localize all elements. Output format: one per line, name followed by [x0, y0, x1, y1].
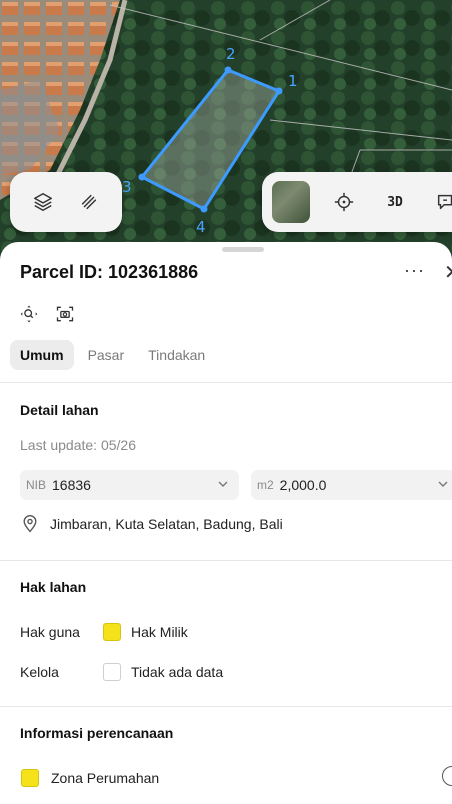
- 3d-toggle-button[interactable]: 3D: [379, 184, 412, 220]
- close-button[interactable]: ✕: [444, 260, 452, 285]
- vertex-label-2: 2: [226, 45, 236, 63]
- draw-icon: [81, 194, 97, 210]
- hak-section-heading: Hak lahan: [20, 579, 87, 595]
- vertex-label-1: 1: [288, 72, 298, 90]
- basemap-thumbnail[interactable]: [272, 181, 311, 223]
- last-update-text: Last update: 05/26: [20, 437, 136, 453]
- zona-value: Zona Perumahan: [51, 770, 160, 786]
- map-view[interactable]: 1 2 3 4 3D: [0, 0, 452, 260]
- chat-icon: [437, 194, 452, 210]
- map-tools-pill: [10, 172, 122, 232]
- area-prefix: m2: [257, 478, 274, 492]
- crosshair-icon: [335, 192, 354, 212]
- perencanaan-section-heading: Informasi perencanaan: [20, 725, 174, 741]
- kelola-swatch: [103, 663, 121, 681]
- tab-tindakan[interactable]: Tindakan: [138, 340, 215, 370]
- camera-icon: [56, 306, 74, 322]
- layers-icon: [34, 193, 52, 211]
- nib-field[interactable]: NIB 16836: [20, 470, 239, 500]
- parcel-tools: [18, 303, 76, 325]
- draw-button[interactable]: [71, 184, 107, 220]
- location-row: Jimbaran, Kuta Selatan, Badung, Bali: [20, 514, 283, 534]
- kelola-label: Kelola: [20, 664, 59, 680]
- divider: [0, 706, 452, 707]
- parcel-title: Parcel ID: 102361886: [20, 262, 199, 282]
- hak-guna-value: Hak Milik: [131, 624, 188, 640]
- area-value: 2,000.0: [279, 477, 327, 493]
- nib-prefix: NIB: [26, 478, 47, 492]
- tab-umum[interactable]: Umum: [10, 340, 74, 370]
- tab-bar: Umum Pasar Tindakan: [10, 340, 215, 370]
- layers-button[interactable]: [25, 184, 61, 220]
- chat-button[interactable]: [429, 184, 452, 220]
- tab-pasar[interactable]: Pasar: [78, 340, 135, 370]
- location-pin-icon: [23, 515, 37, 533]
- nib-value: 16836: [52, 477, 91, 493]
- more-options-button[interactable]: ···: [404, 260, 425, 281]
- area-field[interactable]: m2 2,000.0: [251, 470, 452, 500]
- screenshot-button[interactable]: [54, 303, 76, 325]
- zona-swatch: [21, 769, 39, 787]
- info-icon[interactable]: [442, 766, 452, 786]
- vertex-label-3: 3: [122, 178, 132, 196]
- hak-guna-label: Hak guna: [20, 624, 80, 640]
- vertex-label-4: 4: [196, 218, 206, 236]
- zoom-focus-icon: [20, 305, 38, 323]
- divider: [0, 382, 452, 383]
- locate-button[interactable]: [328, 184, 361, 220]
- chevron-down-icon: [218, 481, 228, 487]
- kelola-value: Tidak ada data: [131, 664, 224, 680]
- chevron-down-icon: [438, 481, 448, 487]
- location-text: Jimbaran, Kuta Selatan, Badung, Bali: [50, 516, 283, 532]
- map-view-pill: 3D: [262, 172, 452, 232]
- detail-section-heading: Detail lahan: [20, 402, 99, 418]
- hak-milik-swatch: [103, 623, 121, 641]
- zoom-to-parcel-button[interactable]: [18, 303, 40, 325]
- divider: [0, 560, 452, 561]
- sheet-drag-handle[interactable]: [222, 247, 264, 252]
- parcel-detail-sheet: Parcel ID: 102361886 ··· ✕ Umum Pasar Ti…: [0, 242, 452, 804]
